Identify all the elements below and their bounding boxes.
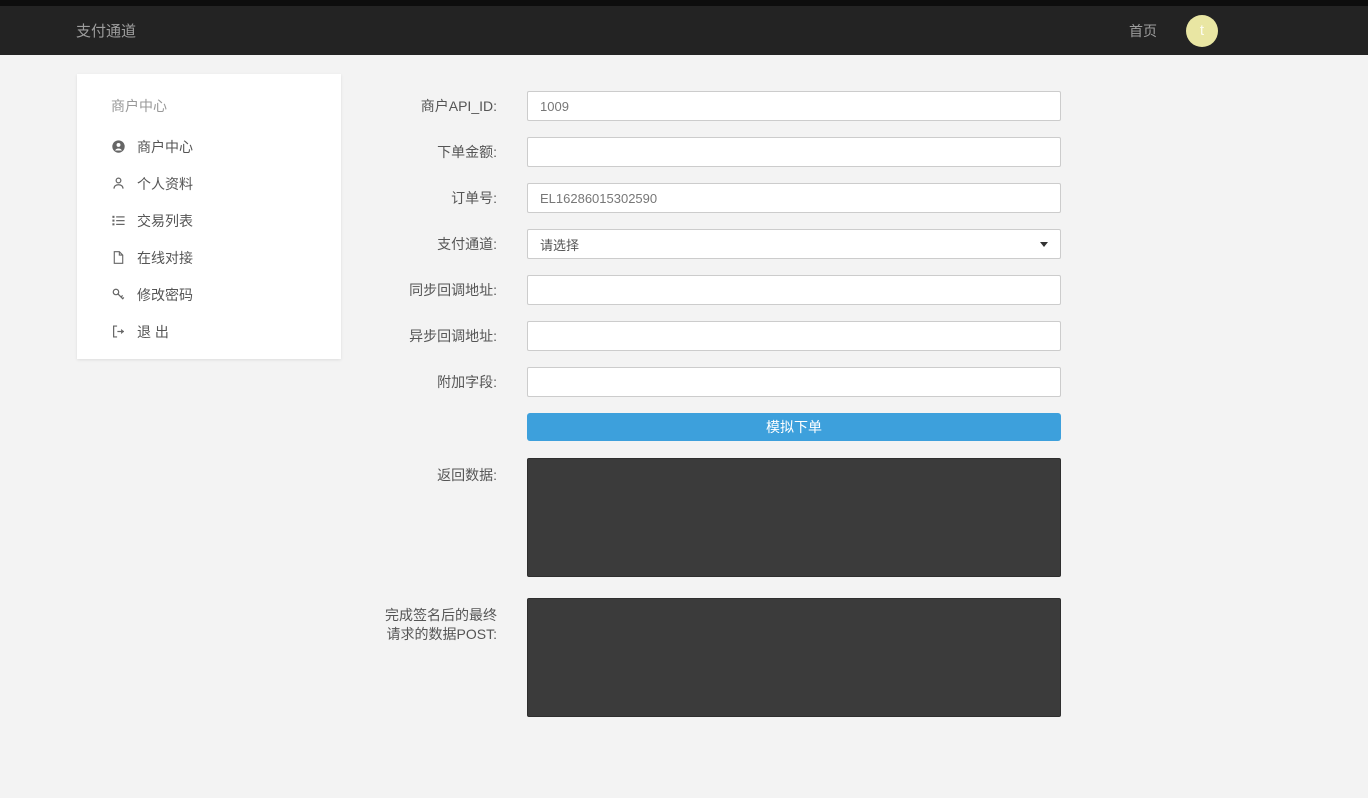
sidebar-card: 商户中心 商户中心 个人资料 交易列表 在线对接 修改密码 退 出 [77, 74, 341, 359]
top-navbar: 支付通道 首页 t [0, 6, 1368, 55]
field-label: 支付通道: [307, 234, 527, 254]
form-row-sync-callback: 同步回调地址: [307, 275, 1061, 305]
form-row-async-callback: 异步回调地址: [307, 321, 1061, 351]
post-data-textarea[interactable] [527, 598, 1061, 717]
list-icon [111, 213, 126, 228]
sidebar-item-label: 退 出 [137, 322, 169, 342]
simulate-order-button[interactable]: 模拟下单 [527, 413, 1061, 441]
user-icon [111, 176, 126, 191]
user-circle-icon [111, 139, 126, 154]
order-number-input[interactable] [527, 183, 1061, 213]
field-label: 订单号: [307, 188, 527, 208]
field-label: 异步回调地址: [307, 326, 527, 346]
field-label: 商户API_ID: [307, 96, 527, 116]
sidebar-item-label: 个人资料 [137, 174, 193, 194]
selected-option-label: 请选择 [540, 235, 579, 254]
form-row-api-id: 商户API_ID: [307, 91, 1061, 121]
response-label: 返回数据: [307, 458, 527, 485]
form-row-channel: 支付通道: 请选择 [307, 229, 1061, 259]
sync-callback-input[interactable] [527, 275, 1061, 305]
response-textarea[interactable] [527, 458, 1061, 577]
brand-title[interactable]: 支付通道 [76, 20, 136, 41]
file-icon [111, 250, 126, 265]
form-row-amount: 下单金额: [307, 137, 1061, 167]
api-id-input[interactable] [527, 91, 1061, 121]
payment-channel-select[interactable]: 请选择 [527, 229, 1061, 259]
sidebar-item-label: 商户中心 [137, 137, 193, 157]
sidebar-item-label: 在线对接 [137, 248, 193, 268]
field-label: 附加字段: [307, 372, 527, 392]
field-label: 下单金额: [307, 142, 527, 162]
sidebar-item-label: 交易列表 [137, 211, 193, 231]
async-callback-input[interactable] [527, 321, 1061, 351]
sidebar-item-label: 修改密码 [137, 285, 193, 305]
form-row-response: 返回数据: [307, 458, 1061, 577]
field-label: 同步回调地址: [307, 280, 527, 300]
key-icon [111, 287, 126, 302]
post-data-label: 完成签名后的最终 请求的数据POST: [307, 598, 527, 644]
navbar-right-group: 首页 t [1129, 15, 1218, 47]
order-simulation-form: 商户API_ID: 下单金额: 订单号: 支付通道: 请选择 同步回调地址: 异… [307, 91, 1061, 733]
amount-input[interactable] [527, 137, 1061, 167]
sign-out-icon [111, 324, 126, 339]
form-row-post-data: 完成签名后的最终 请求的数据POST: [307, 598, 1061, 717]
extra-field-input[interactable] [527, 367, 1061, 397]
form-row-order-no: 订单号: [307, 183, 1061, 213]
nav-home-link[interactable]: 首页 [1129, 21, 1157, 41]
user-avatar[interactable]: t [1186, 15, 1218, 47]
form-row-extra-field: 附加字段: [307, 367, 1061, 397]
caret-down-icon [1040, 242, 1048, 247]
